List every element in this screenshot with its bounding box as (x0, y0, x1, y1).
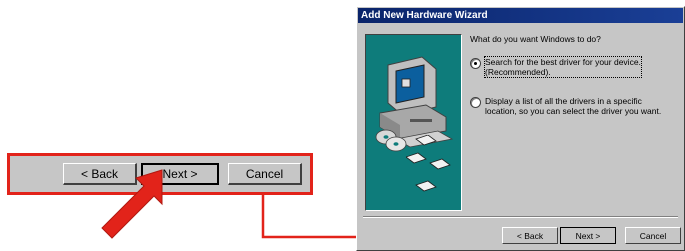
back-button[interactable]: < Back (502, 227, 558, 244)
cancel-button[interactable]: Cancel (625, 227, 681, 244)
next-button-label: Next > (575, 230, 601, 241)
add-new-hardware-wizard-dialog: Add New Hardware Wizard What do you want… (356, 6, 685, 251)
next-button[interactable]: Next > (560, 227, 616, 244)
zoom-next-label: Next > (162, 167, 198, 181)
option-display-line1: Display a list of all the drivers in a s… (485, 96, 642, 106)
option-display-label: Display a list of all the drivers in a s… (485, 96, 675, 116)
option-display-driver-list[interactable]: Display a list of all the drivers in a s… (470, 96, 675, 116)
dialog-title: Add New Hardware Wizard (358, 8, 683, 23)
option-display-line2: location, so you can select the driver y… (485, 106, 662, 116)
option-search-label: Search for the best driver for your devi… (484, 56, 642, 78)
radio-button-unselected[interactable] (470, 97, 481, 108)
zoom-cancel-button[interactable]: Cancel (228, 163, 302, 185)
wizard-question: What do you want Windows to do? (470, 34, 601, 44)
cd-disc-icon (375, 129, 407, 152)
cancel-button-label: Cancel (639, 230, 667, 241)
back-button-label: < Back (516, 230, 544, 241)
floppy-disk-icon (406, 135, 451, 192)
wizard-illustration (365, 34, 462, 211)
zoom-next-button[interactable]: Next > (141, 163, 219, 185)
radio-button-selected[interactable] (470, 58, 481, 69)
button-separator (363, 216, 678, 218)
option-search-best-driver[interactable]: Search for the best driver for your devi… (470, 56, 642, 78)
zoom-cancel-label: Cancel (245, 166, 284, 181)
zoomed-button-bar: < Back Next > Cancel (7, 153, 313, 195)
option-search-line2: (Recommended). (485, 67, 551, 77)
zoom-back-label: < Back (80, 166, 119, 181)
zoom-back-button[interactable]: < Back (63, 163, 137, 185)
option-search-line1: Search for the best driver for your devi… (485, 57, 641, 67)
tutorial-illustration: < Back Next > Cancel Add New Hardware Wi… (0, 0, 685, 251)
